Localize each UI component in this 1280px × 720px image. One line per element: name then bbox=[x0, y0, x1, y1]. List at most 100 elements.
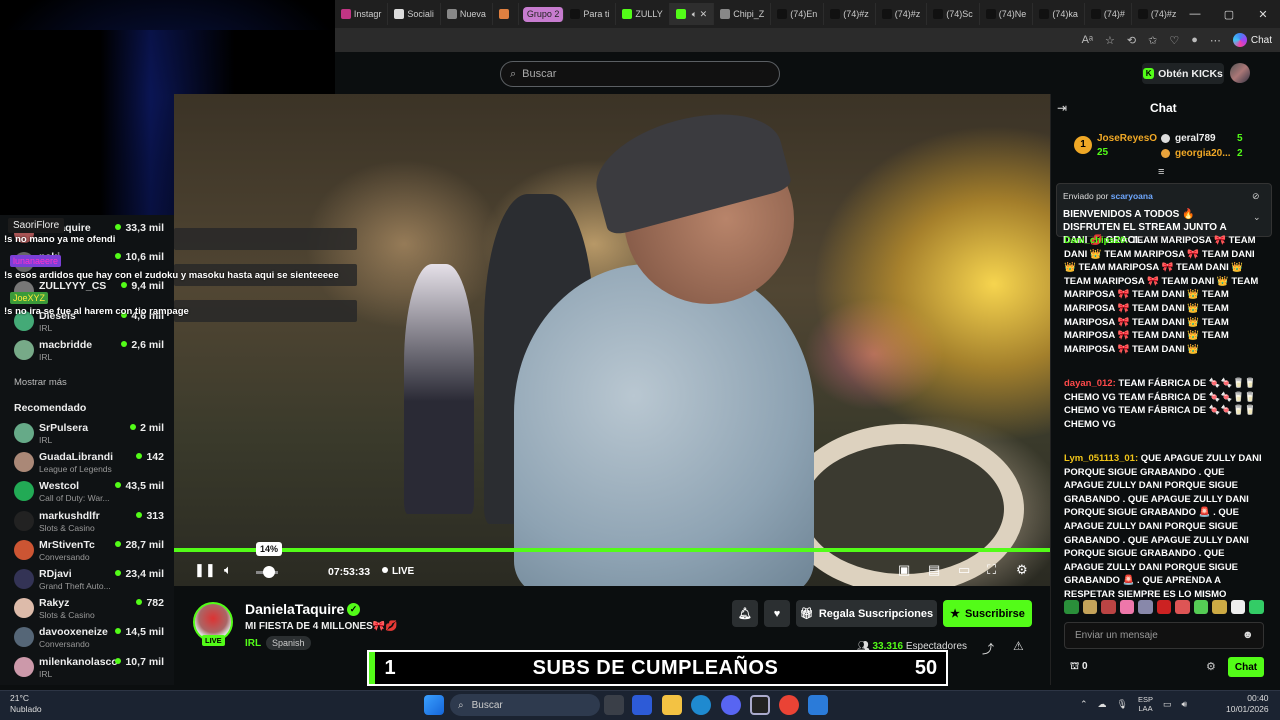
volume-slider-knob[interactable] bbox=[263, 566, 275, 578]
leaderboard-username[interactable]: georgia20... bbox=[1175, 148, 1231, 159]
browser-tab[interactable]: (74)En bbox=[771, 3, 825, 25]
task-view-icon[interactable] bbox=[604, 695, 624, 715]
cloud-icon[interactable]: ☁ bbox=[1098, 699, 1107, 710]
read-aloud-icon[interactable]: Aᵃ bbox=[1082, 34, 1093, 46]
copilot-taskbar-icon[interactable] bbox=[632, 695, 652, 715]
language-indicator[interactable]: ESP LAA bbox=[1138, 695, 1153, 713]
notifications-button[interactable]: 🔔︎ bbox=[732, 600, 758, 627]
chat-username[interactable]: Dani_chips20: bbox=[1064, 235, 1128, 246]
user-avatar[interactable] bbox=[1230, 63, 1250, 83]
sidebar-channel-row[interactable]: milenkanolasco IRL 10,7 mil bbox=[14, 654, 164, 680]
browser-tab[interactable]: (74)#z bbox=[824, 3, 876, 25]
browser-tab[interactable]: ZULLY bbox=[616, 3, 670, 25]
sidebar-channel-row[interactable]: SrPulsera IRL 2 mil bbox=[14, 420, 164, 446]
browser-tab[interactable]: Nueva bbox=[441, 3, 493, 25]
sidebar-channel-row[interactable]: GuadaLibrandi League of Legends 142 bbox=[14, 449, 164, 475]
discord-icon[interactable] bbox=[721, 695, 741, 715]
copilot-chat-button[interactable]: Chat bbox=[1232, 33, 1272, 47]
chat-message-input[interactable]: Enviar un mensaje bbox=[1064, 622, 1264, 649]
chat-message[interactable]: dayan_012: TEAM FÁBRICA DE 🍬🍬🥛🥛 CHEMO VG… bbox=[1064, 377, 1264, 431]
search-input[interactable]: ⌕ Buscar bbox=[500, 61, 780, 87]
browser-tab[interactable]: (74)#z bbox=[1132, 3, 1184, 25]
live-progress-bar[interactable] bbox=[174, 548, 1050, 552]
pause-icon[interactable]: ❚❚ bbox=[194, 562, 216, 578]
emote-icon[interactable] bbox=[1175, 600, 1190, 614]
taskbar-search[interactable]: ⌕ Buscar bbox=[450, 694, 600, 716]
browser-tab[interactable]: 🔈︎ ✕ bbox=[669, 3, 715, 25]
browser-tab[interactable]: Instagr bbox=[335, 3, 389, 25]
app-icon[interactable] bbox=[750, 695, 770, 715]
browser-tab[interactable]: Para ti bbox=[564, 3, 617, 25]
channel-points[interactable]: ⛫ 0 bbox=[1070, 661, 1088, 674]
emote-icon[interactable] bbox=[1082, 600, 1098, 614]
close-window-icon[interactable]: ✕ bbox=[1246, 8, 1280, 21]
share-icon[interactable]: ⤴ bbox=[982, 640, 994, 657]
shield-icon[interactable]: ♡ bbox=[1169, 34, 1179, 47]
settings-gear-icon[interactable]: ⚙ bbox=[1016, 562, 1028, 578]
emote-icon[interactable] bbox=[1064, 600, 1079, 614]
theater-icon[interactable]: ▤ bbox=[928, 562, 940, 578]
sidebar-channel-row[interactable]: Westcol Call of Duty: War... 43,5 mil bbox=[14, 478, 164, 504]
chat-settings-icon[interactable]: ⚙ bbox=[1206, 660, 1216, 673]
emote-icon[interactable] bbox=[1138, 600, 1153, 614]
show-more-link[interactable]: Mostrar más bbox=[14, 377, 67, 388]
sidebar-channel-row[interactable]: MrStivenTc Conversando 28,7 mil bbox=[14, 537, 164, 563]
tab-audio-close-icon[interactable]: 🔈︎ ✕ bbox=[692, 9, 707, 20]
browser-tab[interactable]: (74)ka bbox=[1033, 3, 1085, 25]
emote-icon[interactable] bbox=[1193, 600, 1209, 614]
sidebar-channel-row[interactable]: RDjavi Grand Theft Auto... 23,4 mil bbox=[14, 566, 164, 592]
browser-tab[interactable]: (74)#z bbox=[876, 3, 928, 25]
edge-browser-icon[interactable] bbox=[691, 695, 711, 715]
chat-username[interactable]: dayan_012: bbox=[1064, 378, 1116, 389]
speaker-icon[interactable]: 🔊︎ bbox=[1182, 699, 1188, 710]
leaderboard-username[interactable]: JoseReyesO bbox=[1097, 133, 1157, 144]
gift-subs-button[interactable]: 🎁︎ Regala Suscripciones bbox=[796, 600, 937, 627]
sidebar-channel-row[interactable]: davooxeneize Conversando 14,5 mil bbox=[14, 624, 164, 650]
emote-icon[interactable] bbox=[1212, 600, 1227, 614]
network-icon[interactable]: ▭ bbox=[1163, 699, 1172, 710]
browser-tab[interactable]: Sociali bbox=[388, 3, 441, 25]
minimize-icon[interactable]: — bbox=[1178, 8, 1212, 20]
more-menu-icon[interactable]: ⋯ bbox=[1210, 34, 1221, 47]
streamer-name[interactable]: DanielaTaquire bbox=[245, 601, 344, 617]
collapse-chat-icon[interactable]: ⇥ bbox=[1057, 101, 1067, 115]
app-window-icon[interactable] bbox=[808, 695, 828, 715]
language-tag[interactable]: Spanish bbox=[266, 636, 311, 650]
chrome-icon[interactable] bbox=[779, 695, 799, 715]
unpin-icon[interactable]: ⊘ bbox=[1252, 191, 1260, 202]
report-warning-icon[interactable]: ⚠ bbox=[1013, 639, 1024, 653]
volume-icon[interactable]: 🔈︎ bbox=[224, 562, 232, 578]
mic-icon[interactable]: 🎙︎ bbox=[1117, 699, 1128, 710]
emote-icon[interactable] bbox=[1156, 600, 1172, 614]
browser-tab[interactable] bbox=[493, 3, 519, 25]
mini-player-icon[interactable]: ▣ bbox=[898, 562, 910, 578]
taskbar-clock[interactable]: 00:40 10/01/2026 bbox=[1226, 693, 1269, 715]
chat-message[interactable]: Lym_051113_01: QUE APAGUE ZULLY DANI POR… bbox=[1064, 452, 1264, 602]
stream-category[interactable]: IRL bbox=[245, 638, 261, 649]
wide-mode-icon[interactable]: ▭ bbox=[958, 562, 970, 578]
leaderboard-username[interactable]: geral789 bbox=[1175, 133, 1216, 144]
chat-message[interactable]: Dani_chips20: TEAM MARIPOSA 🎀 TEAM DANI … bbox=[1064, 234, 1264, 356]
favorite-star-icon[interactable]: ☆ bbox=[1105, 34, 1115, 47]
emote-icon[interactable] bbox=[1249, 600, 1265, 614]
favorites-icon[interactable]: ✩ bbox=[1148, 34, 1157, 47]
start-menu-icon[interactable] bbox=[424, 695, 444, 715]
live-indicator[interactable]: LIVE bbox=[382, 566, 414, 577]
extensions-icon[interactable]: ⟲ bbox=[1127, 34, 1136, 47]
subscribe-button[interactable]: ★ Suscribirse bbox=[943, 600, 1032, 627]
sidebar-channel-row[interactable]: markushdlfr Slots & Casino 313 bbox=[14, 508, 164, 534]
profile-icon[interactable]: ● bbox=[1191, 34, 1198, 46]
browser-tab[interactable]: (74)Sc bbox=[927, 3, 980, 25]
browser-tab[interactable]: Grupo 2 bbox=[522, 6, 565, 22]
sidebar-channel-row[interactable]: Rakyz Slots & Casino 782 bbox=[14, 595, 164, 621]
filter-icon[interactable]: ≡ bbox=[1158, 166, 1164, 178]
emote-icon[interactable] bbox=[1101, 600, 1116, 614]
weather-widget[interactable]: 21°C Nublado bbox=[10, 693, 42, 715]
fullscreen-icon[interactable]: ⛶ bbox=[987, 562, 996, 578]
emoji-icon[interactable]: ☻ bbox=[1242, 629, 1254, 641]
browser-tab[interactable]: (74)Ne bbox=[980, 3, 1034, 25]
browser-tab[interactable]: (74)# bbox=[1085, 3, 1132, 25]
chat-send-button[interactable]: Chat bbox=[1228, 657, 1264, 677]
emote-icon[interactable] bbox=[1119, 600, 1135, 614]
chevron-down-icon[interactable]: ⌄ bbox=[1253, 212, 1261, 223]
